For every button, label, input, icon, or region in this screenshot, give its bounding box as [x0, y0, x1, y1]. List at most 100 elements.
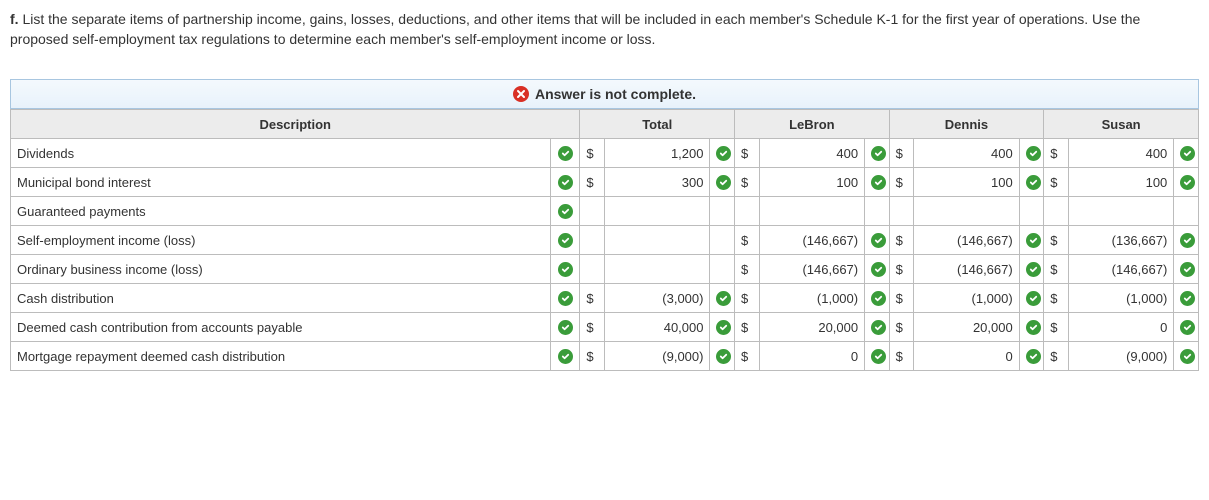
check-icon [716, 291, 731, 306]
row-description: Dividends [11, 139, 551, 168]
row-description: Cash distribution [11, 284, 551, 313]
cell-mark [1174, 168, 1199, 197]
check-icon [558, 175, 573, 190]
cell-value: 400 [1068, 139, 1174, 168]
currency-symbol: $ [580, 313, 605, 342]
cell-mark [865, 139, 890, 168]
question-text: f. List the separate items of partnershi… [10, 10, 1199, 49]
currency-symbol: $ [580, 168, 605, 197]
cell-value: (1,000) [1068, 284, 1174, 313]
cell-value: 40,000 [604, 313, 710, 342]
check-icon [1026, 349, 1041, 364]
currency-symbol: $ [735, 284, 760, 313]
cell-mark [1019, 255, 1044, 284]
check-icon [1026, 175, 1041, 190]
cell-mark [865, 342, 890, 371]
check-icon [558, 262, 573, 277]
currency-symbol: $ [735, 139, 760, 168]
currency-symbol [735, 197, 760, 226]
currency-symbol: $ [1044, 284, 1069, 313]
check-icon [716, 175, 731, 190]
cell-value: (9,000) [604, 342, 710, 371]
row-check [550, 313, 579, 342]
currency-symbol: $ [735, 226, 760, 255]
cell-mark [865, 313, 890, 342]
table-row: Mortgage repayment deemed cash distribut… [11, 342, 1199, 371]
check-icon [1180, 349, 1195, 364]
cell-value: 100 [914, 168, 1020, 197]
currency-symbol: $ [889, 342, 914, 371]
cell-mark [710, 313, 735, 342]
cell-value: (3,000) [604, 284, 710, 313]
cell-value [604, 255, 710, 284]
cell-mark [1019, 284, 1044, 313]
answer-table: Description Total LeBron Dennis Susan Di… [10, 109, 1199, 371]
currency-symbol [580, 226, 605, 255]
currency-symbol: $ [1044, 139, 1069, 168]
cell-value: (146,667) [914, 255, 1020, 284]
currency-symbol [580, 255, 605, 284]
cell-mark [865, 284, 890, 313]
row-description: Deemed cash contribution from accounts p… [11, 313, 551, 342]
cell-mark [865, 168, 890, 197]
cell-value: (146,667) [759, 255, 865, 284]
cell-value: 300 [604, 168, 710, 197]
check-icon [558, 291, 573, 306]
table-row: Cash distribution$(3,000)$(1,000)$(1,000… [11, 284, 1199, 313]
cell-mark [710, 197, 735, 226]
cell-value: (136,667) [1068, 226, 1174, 255]
check-icon [558, 320, 573, 335]
question-prefix: f. [10, 11, 19, 27]
cell-mark [1174, 226, 1199, 255]
cell-mark [1174, 284, 1199, 313]
error-icon [513, 86, 529, 102]
check-icon [1180, 262, 1195, 277]
check-icon [558, 204, 573, 219]
currency-symbol: $ [1044, 255, 1069, 284]
currency-symbol: $ [580, 139, 605, 168]
banner-text: Answer is not complete. [535, 86, 696, 102]
row-check [550, 342, 579, 371]
check-icon [871, 262, 886, 277]
check-icon [716, 349, 731, 364]
cell-value: (1,000) [914, 284, 1020, 313]
cell-mark [710, 139, 735, 168]
cell-mark [1174, 255, 1199, 284]
check-icon [1026, 320, 1041, 335]
check-icon [1026, 291, 1041, 306]
col-susan: Susan [1044, 110, 1199, 139]
check-icon [716, 146, 731, 161]
check-icon [871, 291, 886, 306]
table-row: Ordinary business income (loss)$(146,667… [11, 255, 1199, 284]
currency-symbol: $ [580, 342, 605, 371]
cell-value [914, 197, 1020, 226]
currency-symbol: $ [735, 342, 760, 371]
check-icon [1026, 146, 1041, 161]
col-total: Total [580, 110, 735, 139]
cell-mark [1019, 139, 1044, 168]
currency-symbol: $ [889, 255, 914, 284]
currency-symbol: $ [889, 168, 914, 197]
col-dennis: Dennis [889, 110, 1044, 139]
check-icon [716, 320, 731, 335]
table-row: Self-employment income (loss)$(146,667)$… [11, 226, 1199, 255]
row-description: Municipal bond interest [11, 168, 551, 197]
cell-value: 20,000 [759, 313, 865, 342]
check-icon [1180, 291, 1195, 306]
cell-mark [1019, 226, 1044, 255]
check-icon [1180, 146, 1195, 161]
table-row: Municipal bond interest$300$100$100$100 [11, 168, 1199, 197]
check-icon [1026, 233, 1041, 248]
cell-value [759, 197, 865, 226]
cell-value: 20,000 [914, 313, 1020, 342]
cell-mark [865, 226, 890, 255]
check-icon [558, 233, 573, 248]
check-icon [871, 146, 886, 161]
cell-value: 400 [759, 139, 865, 168]
cell-mark [865, 197, 890, 226]
row-check [550, 255, 579, 284]
cell-value [1068, 197, 1174, 226]
check-icon [558, 349, 573, 364]
check-icon [871, 320, 886, 335]
currency-symbol: $ [889, 284, 914, 313]
